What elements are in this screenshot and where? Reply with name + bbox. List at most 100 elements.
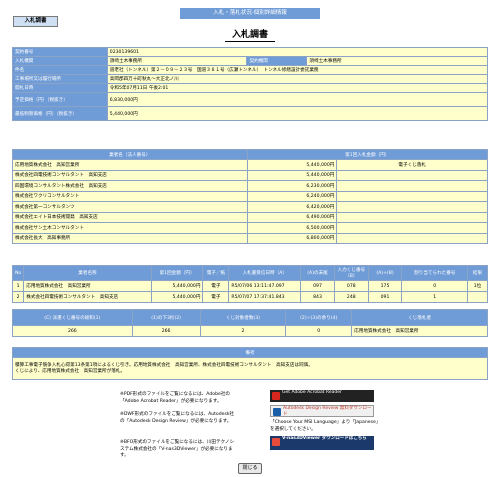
bidder-note: [336, 169, 488, 181]
lottery-input: 078: [333, 280, 369, 292]
bidder-amount: 6,800,000円: [246, 232, 338, 244]
lottery-no: 2: [11, 291, 25, 303]
info-value: 道老社（トンネル）第２－０９－２３号 国道３８１号（広瀬トンネル） トンネル修繕…: [106, 65, 489, 75]
lottery-header: 業者名称: [23, 265, 152, 281]
bidder-name: 四国環境コンサルタント株式会社 高知支店: [12, 180, 248, 192]
lottery-name: 応用地質株式会社 高知営業所: [23, 280, 152, 292]
lottery-amount: 5,440,000円: [150, 280, 204, 292]
bidder-note: [336, 190, 488, 202]
bidder-amount: 5,440,000円: [246, 159, 338, 171]
lottery-result: 1位: [467, 280, 488, 292]
bidder-name: 株式会社長大 高知事務所: [12, 232, 248, 244]
close-button[interactable]: 閉じる: [238, 463, 262, 474]
bidder-note: [336, 232, 488, 244]
summary-header: (C) 派遣くじ番号の総和(1): [12, 309, 133, 326]
vnas-download-link[interactable]: V-nas3DViewer ダウンロードはこちら: [270, 436, 374, 450]
lottery-header: 割り当てられた番号: [401, 265, 469, 281]
lottery-result: [467, 291, 488, 303]
dwf-help-text: ※DWF形式のファイルをご覧になるには、Autodesk社の「Autodesk …: [120, 412, 235, 424]
vnas-icon: [272, 438, 280, 446]
info-label: 最低制限価格（円）（税抜き）: [12, 106, 108, 121]
contract-info-table: 契約番号 0230139601 入札機関 須崎土木事務所 契約機関 須崎土木事務…: [12, 47, 489, 121]
bidders-table: 業者名（法人番号） 第1回入札金額（円） 応用地質株式会社 高知営業所 5,440…: [12, 149, 489, 244]
lottery-assigned: 1: [401, 291, 469, 303]
bidder-name: 株式会社第一コンサルタンツ: [12, 201, 248, 213]
bidder-amount: 6,490,000円: [246, 211, 338, 223]
vnas-label: V-nas3DViewer ダウンロードはこちら: [282, 436, 367, 441]
lottery-mode: 電子: [202, 280, 230, 292]
lottery-input: 248: [333, 291, 369, 303]
info-value: 0230139601: [106, 47, 489, 57]
summary-value: 2: [199, 325, 287, 337]
info-label: 工事場所又は履行場所: [12, 74, 108, 84]
bidder-name: 株式会社サン土木コンサルタント: [12, 222, 248, 234]
remarks-table: 備考 積算工事電子競争入札心得第13条第1項によるくじ引き。応用地質株式会社 高…: [12, 347, 488, 380]
bidder-name: 株式会社四電技術コンサルタント 高知支店: [12, 169, 248, 181]
lottery-tail: 097: [300, 280, 335, 292]
pdf-help-text: ※PDF形式のファイルをご覧になるには、Adobe社の「Adobe Acroba…: [120, 392, 231, 404]
info-value: 5,440,000円: [106, 106, 489, 121]
bidders-header-name: 業者名（法人番号）: [12, 149, 248, 160]
summary-value: 266: [12, 325, 133, 337]
page-title: 入札調書: [225, 30, 275, 42]
info-value: 須崎土木事務所: [306, 56, 488, 66]
bidder-note: [336, 211, 488, 223]
summary-header: (1)の下3桁(2): [131, 309, 201, 326]
lottery-header: (A)+(B): [367, 265, 403, 281]
lottery-header: (A)の末尾: [300, 265, 335, 281]
autodesk-icon: [273, 408, 281, 416]
lottery-assigned: 0: [401, 280, 469, 292]
summary-value: 266: [131, 325, 201, 337]
window-title: 入札・落札状況-個別詳細情報: [180, 8, 320, 19]
lottery-header: 結果: [467, 265, 488, 281]
lottery-header: 入力くじ番号（B）: [333, 265, 369, 281]
lottery-no: 1: [11, 280, 25, 292]
tab-bid-record[interactable]: 入札調書: [13, 16, 58, 27]
info-label: 予定価格（円）（税抜き）: [12, 92, 108, 107]
info-label: 入札機関: [12, 56, 108, 66]
remarks-line: くじにより、応用地質株式会社 高知営業所が落札。: [15, 368, 125, 374]
summary-value: 0: [285, 325, 353, 337]
adobe-reader-link[interactable]: Get Adobe Acrobat Reader: [270, 390, 374, 402]
lottery-header: 入札書受信日時（A）: [228, 265, 302, 281]
adobe-reader-icon: [272, 392, 280, 400]
lottery-header: 第1回金額（円）: [150, 265, 204, 281]
bfo-help-text: ※BFO形式のファイルをご覧になるには、川田テクノシステム株式会社の「V-nas…: [120, 440, 235, 458]
info-value: 6,830,000円: [106, 92, 489, 107]
info-label: 契約機関: [246, 56, 308, 66]
dwf-language-note: 「Choose Your MSI Language」より「Japanese」を選…: [270, 420, 379, 432]
info-label: 件名: [12, 65, 108, 75]
lottery-received: R5/07/07 17:37:41.843: [228, 291, 302, 303]
summary-header: (2)÷(3)の余り(4): [285, 309, 353, 326]
bidder-note: [336, 180, 488, 192]
lottery-summary-table: (C) 派遣くじ番号の総和(1) (1)の下3桁(2) くじ対象者数(3) (2…: [12, 309, 488, 337]
summary-header: くじ対象者数(3): [199, 309, 287, 326]
info-label: 開札日時: [12, 83, 108, 93]
info-value: 高岡郡四万十町秋丸～大正北ノ川: [106, 74, 489, 84]
autodesk-download-link[interactable]: Autodesk Design Review 無料ダウンロード: [270, 405, 374, 417]
lottery-received: R5/07/06 13:11:47.097: [228, 280, 302, 292]
bidder-name: 株式会社エイト日本技術開発 高知支店: [12, 211, 248, 223]
bidder-amount: 6,240,000円: [246, 190, 338, 202]
bidder-amount: 6,500,000円: [246, 222, 338, 234]
lottery-header: No: [11, 265, 25, 281]
summary-value: 応用地質株式会社 高知営業所: [351, 325, 488, 337]
autodesk-label: Autodesk Design Review 無料ダウンロード: [283, 406, 372, 417]
summary-header: くじ落札者: [351, 309, 488, 326]
lottery-tail: 843: [300, 291, 335, 303]
lottery-sum: 091: [367, 291, 403, 303]
bidder-amount: 6,230,000円: [246, 180, 338, 192]
lottery-amount: 5,440,000円: [150, 291, 204, 303]
lottery-name: 株式会社四電技術コンサルタント 高知支店: [23, 291, 152, 303]
bidder-note: [336, 201, 488, 213]
lottery-mode: 電子: [202, 291, 230, 303]
bidder-name: 応用地質株式会社 高知営業所: [12, 159, 248, 171]
bidder-name: 株式会社ワクリコンサルタント: [12, 190, 248, 202]
info-value: 令和5年07月11日 午後2:01: [106, 83, 489, 93]
lottery-sum: 175: [367, 280, 403, 292]
remarks-header: 備考: [12, 347, 488, 358]
info-value: 須崎土木事務所: [106, 56, 248, 66]
bidder-note: [336, 222, 488, 234]
bidder-note: 電子くじ落札: [336, 159, 488, 171]
lottery-header: 電子／紙: [202, 265, 230, 281]
